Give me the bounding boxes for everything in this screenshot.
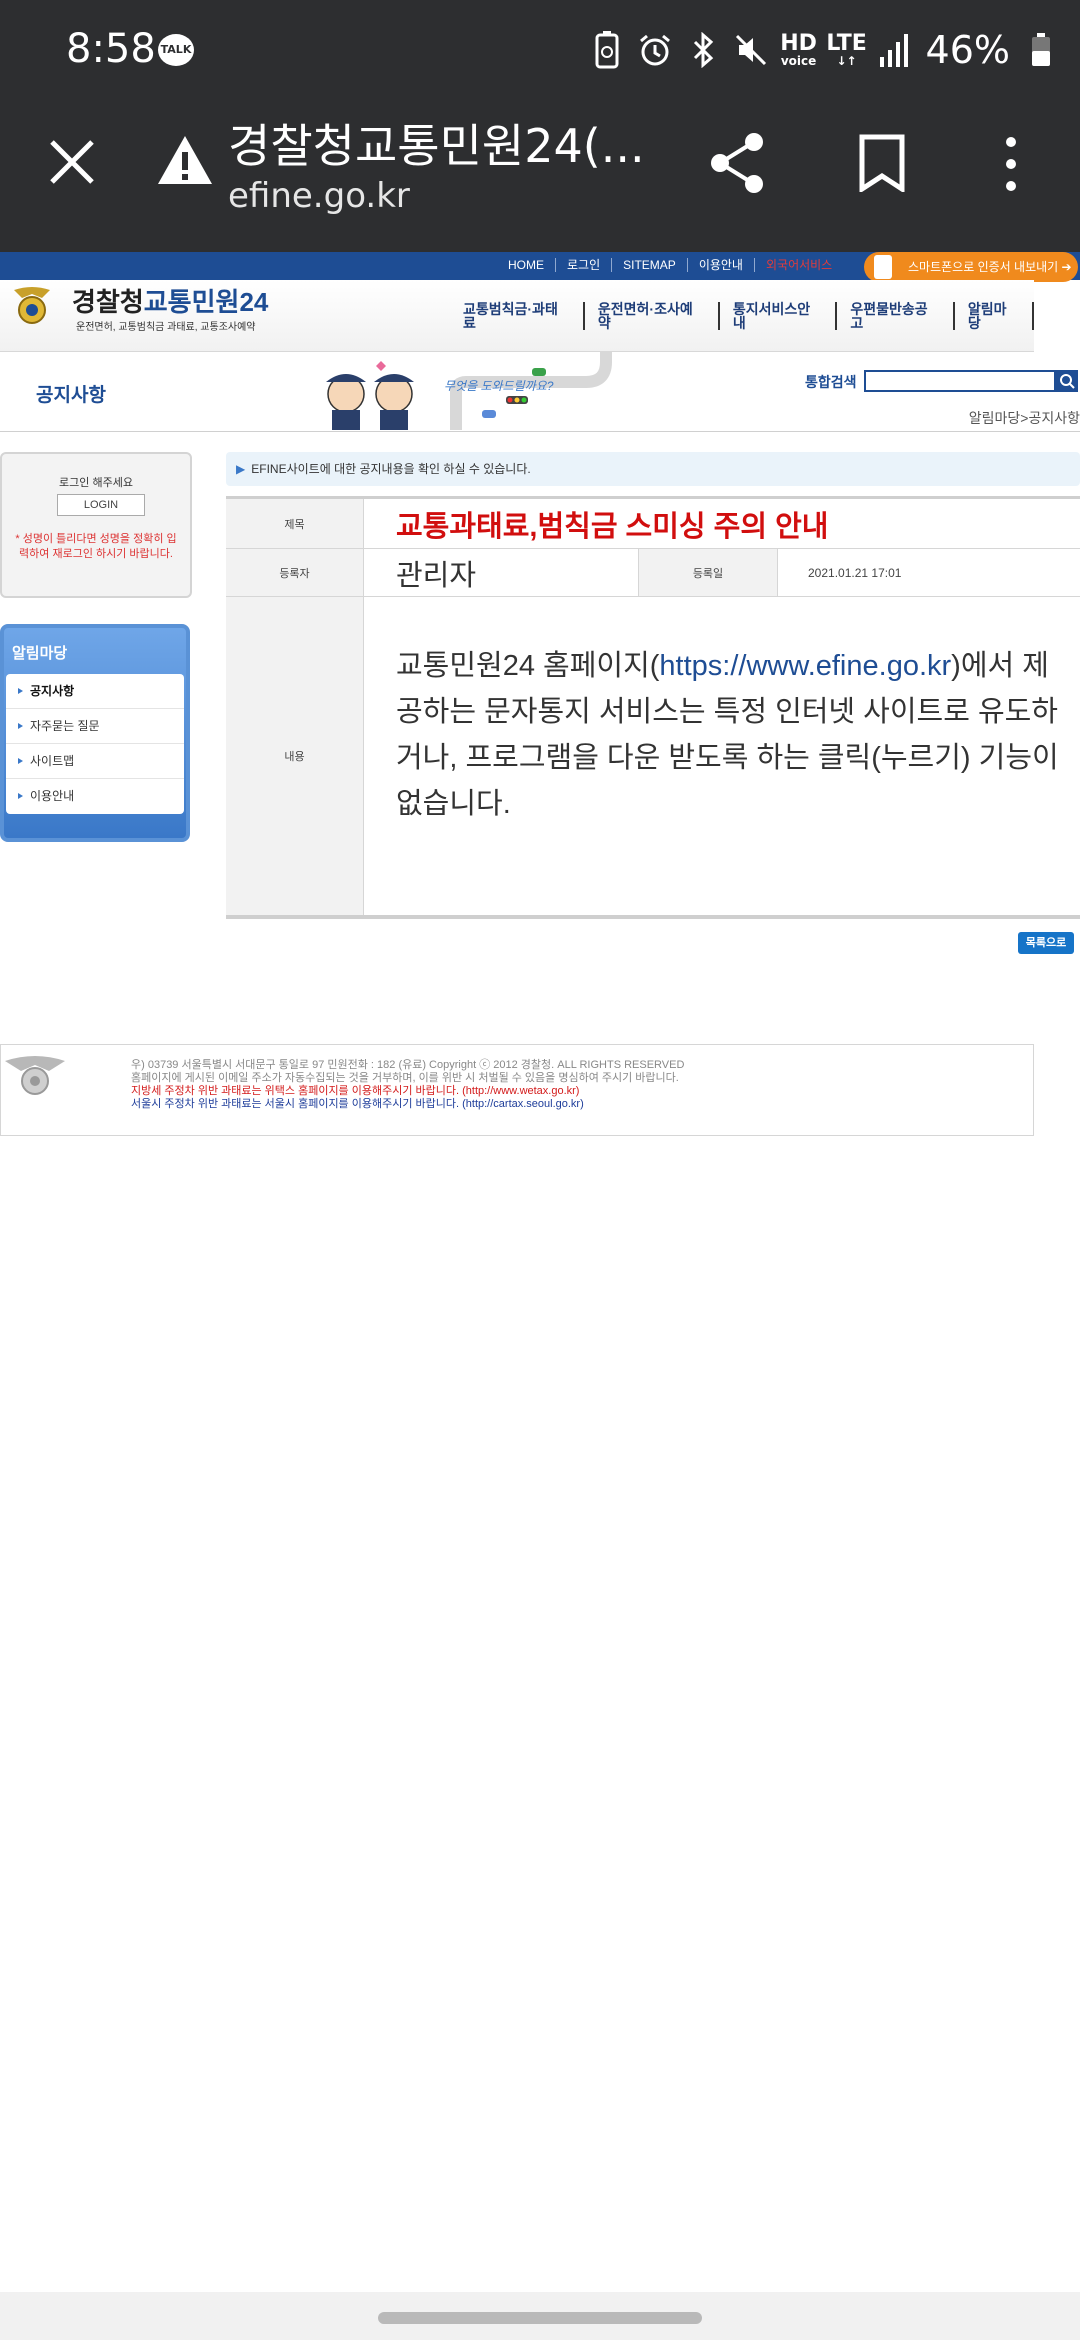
logo-subtitle: 운전면허, 교통범칙금 과태료, 교통조사예약 <box>76 322 256 333</box>
footer-line2: 홈페이지에 게시된 이메일 주소가 자동수집되는 것을 거부하며, 이를 위반 … <box>131 1072 679 1084</box>
content-label: 내용 <box>226 597 364 915</box>
table-row: 내용 교통민원24 홈페이지(https://www.efine.go.kr)에… <box>226 597 1080 915</box>
side-item-sitemap[interactable]: 사이트맵 <box>6 744 184 779</box>
kakaotalk-notification-icon: TALK <box>158 34 194 66</box>
side-menu: 알림마당 공지사항 자주묻는 질문 사이트맵 이용안내 <box>0 624 190 842</box>
side-item-guide[interactable]: 이용안내 <box>6 779 184 814</box>
section-title: 공지사항 <box>36 385 106 406</box>
hd-voice-icon: HD voice <box>780 30 817 70</box>
bookmark-button[interactable] <box>858 134 906 194</box>
nav-notification[interactable]: 통지서비스안내 <box>720 302 838 330</box>
main-nav: 교통범칙금·과태료 운전면허·조사예약 통지서비스안내 우편물반송공고 알림마당 <box>450 302 1034 330</box>
status-icons: HD voice LTE ↓↑ 46% <box>590 24 1058 76</box>
site-logo[interactable]: 경찰청교통민원24 <box>72 282 268 319</box>
browser-chrome: 8:58 TALK HD voice LTE ↓↑ 46% 경찰청교통민원24(… <box>0 0 1080 252</box>
site-footer: 우) 03739 서울특별시 서대문구 통일로 97 민원전화 : 182 (유… <box>0 1044 1034 1136</box>
share-icon <box>711 133 763 193</box>
footer-line1: 우) 03739 서울특별시 서대문구 통일로 97 민원전화 : 182 (유… <box>131 1059 685 1071</box>
signal-icon <box>878 30 912 70</box>
login-notice: * 성명이 틀리다면 성명을 정확히 입력하여 재로그인 하시기 바랍니다. <box>15 533 177 560</box>
side-item-notice[interactable]: 공지사항 <box>6 674 184 709</box>
nav-notice-board[interactable]: 알림마당 <box>955 302 1034 330</box>
battery-saver-icon <box>590 30 624 70</box>
triangle-icon: ▶ <box>236 462 246 476</box>
browser-page-title[interactable]: 경찰청교통민원24(... <box>228 110 645 176</box>
notice-detail-table: 제목 교통과태료,범칙금 스미싱 주의 안내 등록자 관리자 등록일 2021.… <box>226 496 1080 919</box>
content-link[interactable]: https://www.efine.go.kr <box>659 650 951 682</box>
info-strip: ▶ EFINE사이트에 대한 공지내용을 확인 하실 수 있습니다. <box>226 452 1080 486</box>
table-row: 제목 교통과태료,범칙금 스미싱 주의 안내 <box>226 499 1080 549</box>
side-item-faq[interactable]: 자주묻는 질문 <box>6 709 184 744</box>
side-menu-title: 알림마당 <box>12 645 68 662</box>
share-button[interactable] <box>706 130 768 196</box>
browser-url[interactable]: efine.go.kr <box>228 176 410 216</box>
lte-icon: LTE ↓↑ <box>826 31 867 68</box>
nav-license[interactable]: 운전면허·조사예약 <box>585 302 720 330</box>
hd-label: HD <box>780 31 817 56</box>
author-label: 등록자 <box>226 549 364 596</box>
info-strip-text: EFINE사이트에 대한 공지내용을 확인 하실 수 있습니다. <box>251 462 531 476</box>
search-label: 통합검색 <box>805 374 857 390</box>
notice-subject: 교통과태료,범칙금 스미싱 주의 안내 <box>396 510 829 543</box>
nav-returned-mail[interactable]: 우편물반송공고 <box>837 302 955 330</box>
battery-percent: 46% <box>925 28 1010 72</box>
subject-label: 제목 <box>226 499 364 548</box>
date-label: 등록일 <box>638 549 778 596</box>
login-button[interactable]: LOGIN <box>57 494 145 516</box>
footer-text: 우) 03739 서울특별시 서대문구 통일로 97 민원전화 : 182 (유… <box>131 1059 684 1111</box>
sub-header: 공지사항 무엇을 도와드릴까요? 통합검색 알림마당>공지사항 <box>0 352 1080 432</box>
breadcrumb: 알림마당>공지사항 <box>968 410 1080 426</box>
logo-part1: 경찰청 <box>72 287 144 317</box>
back-to-list-button[interactable]: 목록으로 <box>1018 932 1074 954</box>
close-icon <box>50 140 94 184</box>
search-input[interactable] <box>864 370 1056 392</box>
more-vert-icon <box>1006 137 1016 191</box>
site-header: 경찰청교통민원24 운전면허, 교통범칙금 과태료, 교통조사예약 교통범칙금·… <box>0 280 1034 352</box>
battery-icon <box>1024 30 1058 70</box>
lte-label: LTE <box>826 31 867 56</box>
footer-emblem-icon <box>5 1056 65 1095</box>
nav-fines[interactable]: 교통범칙금·과태료 <box>450 302 585 330</box>
side-menu-list: 공지사항 자주묻는 질문 사이트맵 이용안내 <box>6 674 184 814</box>
util-link-home[interactable]: HOME <box>497 258 556 272</box>
smartphone-icon <box>874 255 892 279</box>
more-options-button[interactable] <box>994 134 1028 194</box>
export-certificate-button[interactable]: 스마트폰으로 인증서 내보내기 ➔ <box>864 252 1078 282</box>
util-link-foreign[interactable]: 외국어서비스 <box>755 258 843 272</box>
utility-nav: HOME 로그인 SITEMAP 이용안내 외국어서비스 <box>497 258 843 272</box>
alarm-icon <box>638 30 672 70</box>
export-certificate-label: 스마트폰으로 인증서 내보내기 <box>908 260 1059 274</box>
gesture-handle[interactable] <box>378 2312 702 2324</box>
notice-author: 관리자 <box>396 559 477 592</box>
mascot-banner: 무엇을 도와드릴까요? <box>326 352 612 430</box>
util-link-guide[interactable]: 이용안내 <box>688 258 755 272</box>
search-button[interactable] <box>1056 370 1078 392</box>
notice-content: 교통민원24 홈페이지(https://www.efine.go.kr)에서 제… <box>396 643 1072 827</box>
bluetooth-icon <box>686 30 720 70</box>
bookmark-icon <box>859 134 905 194</box>
mute-icon <box>734 30 768 70</box>
table-row: 등록자 관리자 등록일 2021.01.21 17:01 <box>226 549 1080 597</box>
content-text-pre: 교통민원24 홈페이지( <box>396 650 660 682</box>
util-link-login[interactable]: 로그인 <box>556 258 613 272</box>
notice-date: 2021.01.21 17:01 <box>808 565 902 580</box>
footer-line4: 서울시 주정차 위반 과태료는 서울시 홈페이지를 이용해주시기 바랍니다. (… <box>131 1098 584 1110</box>
logo-part2: 교통민원24 <box>143 287 269 317</box>
banner-text: 무엇을 도와드릴까요? <box>444 379 554 393</box>
login-prompt: 로그인 해주세요 <box>59 477 133 489</box>
not-secure-warning-icon[interactable] <box>156 134 214 186</box>
gesture-nav-bar <box>0 2292 1080 2340</box>
voice-label: voice <box>780 54 817 68</box>
search-icon <box>1060 374 1075 389</box>
footer-line3: 지방세 주정차 위반 과태료는 위택스 홈페이지를 이용해주시기 바랍니다. (… <box>131 1085 580 1097</box>
login-box: 로그인 해주세요 LOGIN * 성명이 틀리다면 성명을 정확히 입력하여 재… <box>0 452 192 598</box>
web-page: HOME 로그인 SITEMAP 이용안내 외국어서비스 스마트폰으로 인증서 … <box>0 252 1080 2292</box>
status-time: 8:58 <box>66 26 156 72</box>
util-link-sitemap[interactable]: SITEMAP <box>612 258 688 272</box>
close-tab-button[interactable] <box>44 134 100 190</box>
police-emblem-icon[interactable] <box>12 284 52 328</box>
